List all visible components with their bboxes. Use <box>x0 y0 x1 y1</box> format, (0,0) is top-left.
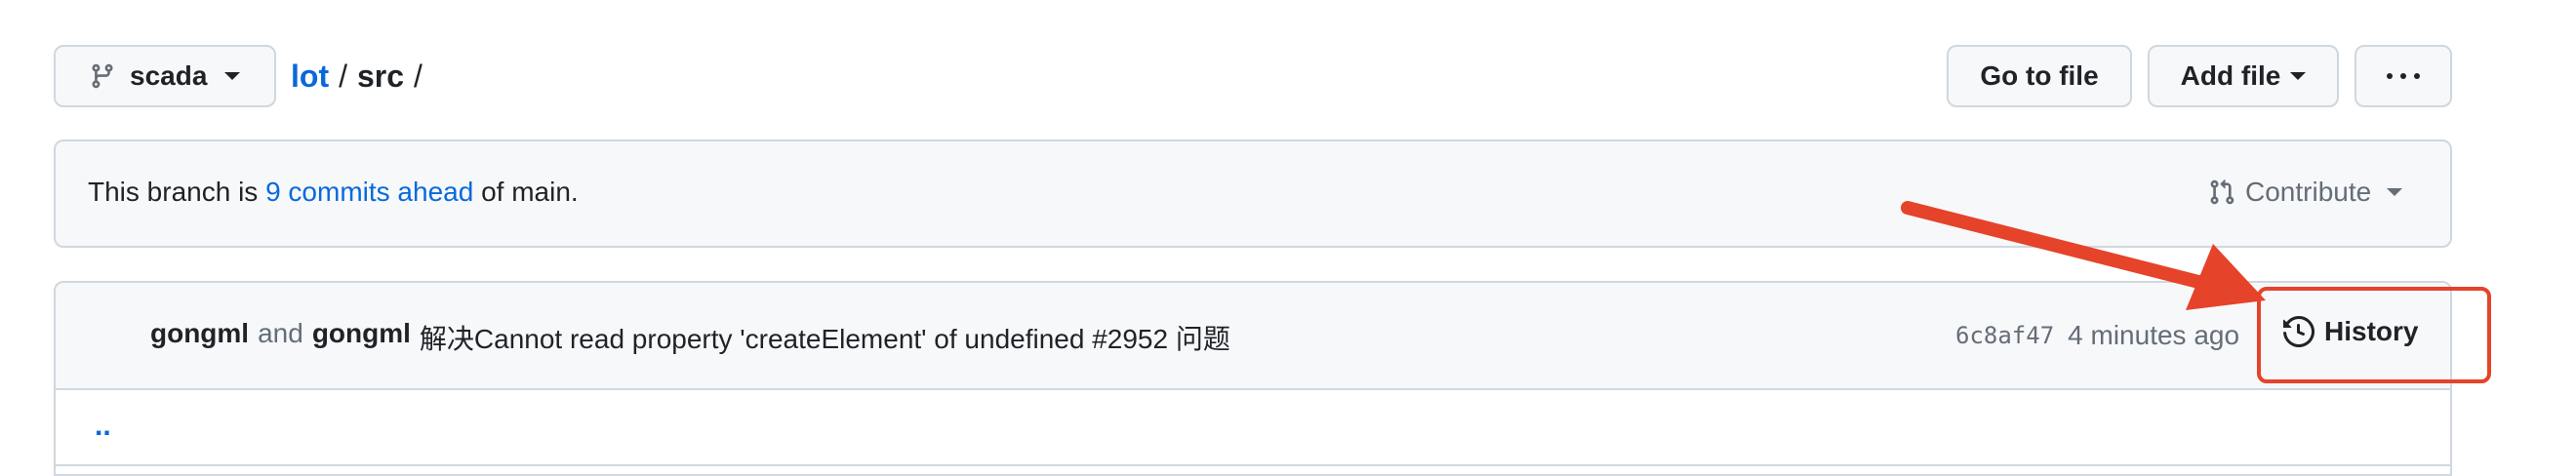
pointer-arrow <box>1901 201 2266 310</box>
arrow-shaft <box>1901 201 2217 292</box>
highlight-box <box>2257 287 2491 383</box>
